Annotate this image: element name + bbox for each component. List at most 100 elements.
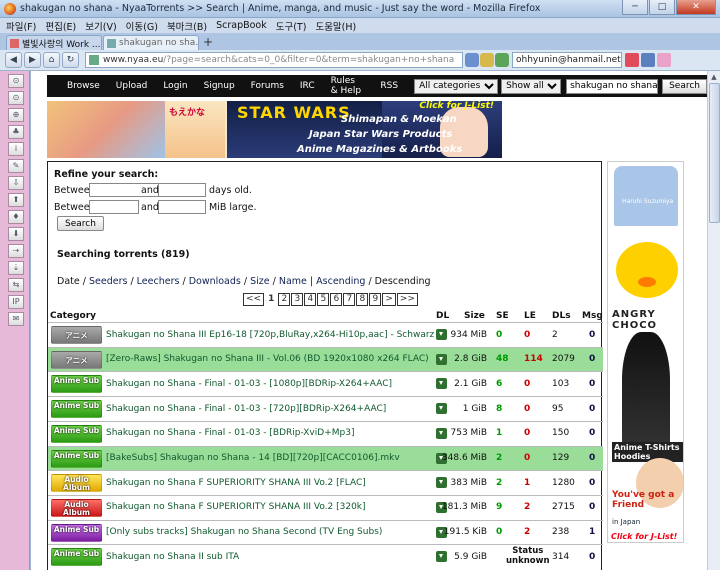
size-max-input[interactable] xyxy=(158,200,206,214)
torrent-name-link[interactable]: [Zero-Raws] Shakugan no Shana III - Vol.… xyxy=(106,354,429,364)
menu-bookmarks[interactable]: 북마크(B) xyxy=(167,19,207,33)
tab-nyaa-search[interactable]: shakugan no sha... ✕ xyxy=(103,35,199,50)
page-link[interactable]: 6 xyxy=(330,293,343,306)
menu-edit[interactable]: 편집(E) xyxy=(45,19,76,33)
menu-go[interactable]: 이동(G) xyxy=(126,19,158,33)
menu-file[interactable]: 파일(F) xyxy=(6,19,36,33)
comments-count[interactable]: 0 xyxy=(589,453,595,463)
sidebar-tool-icon[interactable]: ⊕ xyxy=(8,108,24,122)
nav-rules-link[interactable]: Rules & Help xyxy=(331,76,365,96)
persona-icon[interactable] xyxy=(657,53,671,67)
sort-downloads-link[interactable]: Downloads xyxy=(189,276,241,287)
page-first[interactable]: << xyxy=(243,293,265,306)
page-link[interactable]: 2 xyxy=(278,293,291,306)
scroll-thumb[interactable] xyxy=(709,83,720,223)
jlist-side-ad[interactable]: Haruhi Suzumiya ANGRY CHOCO Anime T-Shir… xyxy=(607,161,684,543)
size-min-input[interactable] xyxy=(89,200,139,214)
download-icon[interactable] xyxy=(436,477,447,489)
category-badge[interactable]: Anime Sub xyxy=(51,449,102,468)
category-badge[interactable]: Audio Album xyxy=(51,498,102,517)
search-engine-box[interactable]: ohhyunin@hanmail.net xyxy=(512,52,622,68)
go-icon[interactable] xyxy=(495,53,509,67)
mail-icon[interactable]: ✉ xyxy=(8,312,24,326)
sort-size-link[interactable]: Size xyxy=(250,276,270,287)
page-link[interactable]: 8 xyxy=(356,293,369,306)
forward-button[interactable]: ▶ xyxy=(24,52,41,68)
back-button[interactable]: ◀ xyxy=(5,52,22,68)
comments-count[interactable]: 0 xyxy=(589,478,595,488)
download-icon[interactable] xyxy=(436,551,447,563)
sidebar-tool-icon[interactable]: ♣ xyxy=(8,125,24,139)
torrent-name-link[interactable]: Shakugan no Shana F SUPERIORITY SHANA II… xyxy=(106,502,366,512)
search-button[interactable]: Search xyxy=(662,78,707,94)
sort-leechers-link[interactable]: Leechers xyxy=(137,276,180,287)
category-badge[interactable]: アニメ xyxy=(51,350,102,369)
address-bar[interactable]: www.nyaa.eu/?page=search&cats=0_0&filter… xyxy=(85,52,463,68)
comments-count[interactable]: 1 xyxy=(589,527,595,537)
scrapbook-icon[interactable] xyxy=(625,53,639,67)
sidebar-tool-icon[interactable]: ⇩ xyxy=(8,176,24,190)
comments-count[interactable]: 0 xyxy=(589,354,595,364)
nav-upload-link[interactable]: Upload xyxy=(116,81,148,91)
sort-seeders-link[interactable]: Seeders xyxy=(89,276,127,287)
ip-icon[interactable]: IP xyxy=(8,295,24,309)
page-link[interactable]: 9 xyxy=(369,293,382,306)
new-tab-button[interactable]: + xyxy=(200,35,216,50)
star-bookmark-icon[interactable] xyxy=(480,53,494,67)
download-icon[interactable] xyxy=(436,403,447,415)
page-next[interactable]: > xyxy=(382,293,396,306)
category-badge[interactable]: Anime Sub xyxy=(51,424,102,443)
refine-search-button[interactable]: Search xyxy=(57,216,104,231)
nav-rss-link[interactable]: RSS xyxy=(380,81,398,91)
tab-work[interactable]: 별빛사랑의 Work ... ✕ xyxy=(6,35,102,50)
category-badge[interactable]: Audio Album xyxy=(51,474,102,493)
nav-browse-link[interactable]: Browse xyxy=(67,81,100,91)
days-max-input[interactable] xyxy=(158,183,206,197)
menu-help[interactable]: 도움말(H) xyxy=(315,19,356,33)
torrent-name-link[interactable]: Shakugan no Shana - Final - 01-03 - [BDR… xyxy=(106,428,354,438)
menu-tools[interactable]: 도구(T) xyxy=(276,19,307,33)
sidebar-tool-icon[interactable]: ⊙ xyxy=(8,91,24,105)
category-badge[interactable]: アニメ xyxy=(51,326,102,344)
minimize-button[interactable]: ─ xyxy=(622,0,648,15)
page-link[interactable]: 3 xyxy=(291,293,304,306)
download-icon[interactable] xyxy=(436,427,447,439)
sidebar-tool-icon[interactable]: ♦ xyxy=(8,210,24,224)
search-input[interactable] xyxy=(566,78,659,94)
category-select[interactable]: All categories xyxy=(414,78,499,94)
sidebar-tool-icon[interactable]: ⬇ xyxy=(8,227,24,241)
download-icon[interactable] xyxy=(436,353,447,365)
filter-select[interactable]: Show all xyxy=(501,78,562,94)
nav-login-link[interactable]: Login xyxy=(163,81,187,91)
comments-count[interactable]: 0 xyxy=(589,502,595,512)
torrent-name-link[interactable]: Shakugan no Shana - Final - 01-03 - [720… xyxy=(106,404,386,414)
nav-irc-link[interactable]: IRC xyxy=(300,81,315,91)
vertical-scrollbar[interactable]: ▲ xyxy=(707,71,720,570)
comments-count[interactable]: 0 xyxy=(589,379,595,389)
sort-ascending-link[interactable]: Ascending xyxy=(316,276,365,287)
category-badge[interactable]: Anime Sub xyxy=(51,400,102,419)
sidebar-tool-icon[interactable]: ⊙ xyxy=(8,74,24,88)
reload-button[interactable]: ↻ xyxy=(62,52,79,68)
torrent-name-link[interactable]: [Only subs tracks] Shakugan no Shana Sec… xyxy=(106,527,382,537)
download-icon[interactable] xyxy=(436,329,447,340)
sidebar-tool-icon[interactable]: ⇣ xyxy=(8,261,24,275)
maximize-button[interactable]: □ xyxy=(649,0,675,15)
torrent-name-link[interactable]: Shakugan no Shana III Ep16-18 [720p,BluR… xyxy=(106,330,434,340)
category-badge[interactable]: Anime Sub xyxy=(51,523,102,542)
page-last[interactable]: >> xyxy=(396,293,418,306)
torrent-name-link[interactable]: [BakeSubs] Shakugan no Shana - 14 [BD][7… xyxy=(106,453,400,463)
sidebar-tool-icon[interactable]: ⇢ xyxy=(8,244,24,258)
page-link[interactable]: 7 xyxy=(343,293,356,306)
info-icon[interactable]: i xyxy=(8,142,24,156)
page-link[interactable]: 4 xyxy=(304,293,317,306)
jlist-banner-ad[interactable]: もえかな STAR WARS Click for J-List! Shimapa… xyxy=(47,101,502,158)
comments-count[interactable]: 0 xyxy=(589,428,595,438)
nav-signup-link[interactable]: Signup xyxy=(204,81,235,91)
sidebar-tool-icon[interactable]: ⇆ xyxy=(8,278,24,292)
comments-count[interactable]: 0 xyxy=(589,330,595,340)
category-badge[interactable]: Anime Sub xyxy=(51,375,102,394)
download-icon[interactable] xyxy=(436,378,447,390)
sort-name-link[interactable]: Name xyxy=(279,276,307,287)
addon-icon[interactable] xyxy=(465,53,479,67)
